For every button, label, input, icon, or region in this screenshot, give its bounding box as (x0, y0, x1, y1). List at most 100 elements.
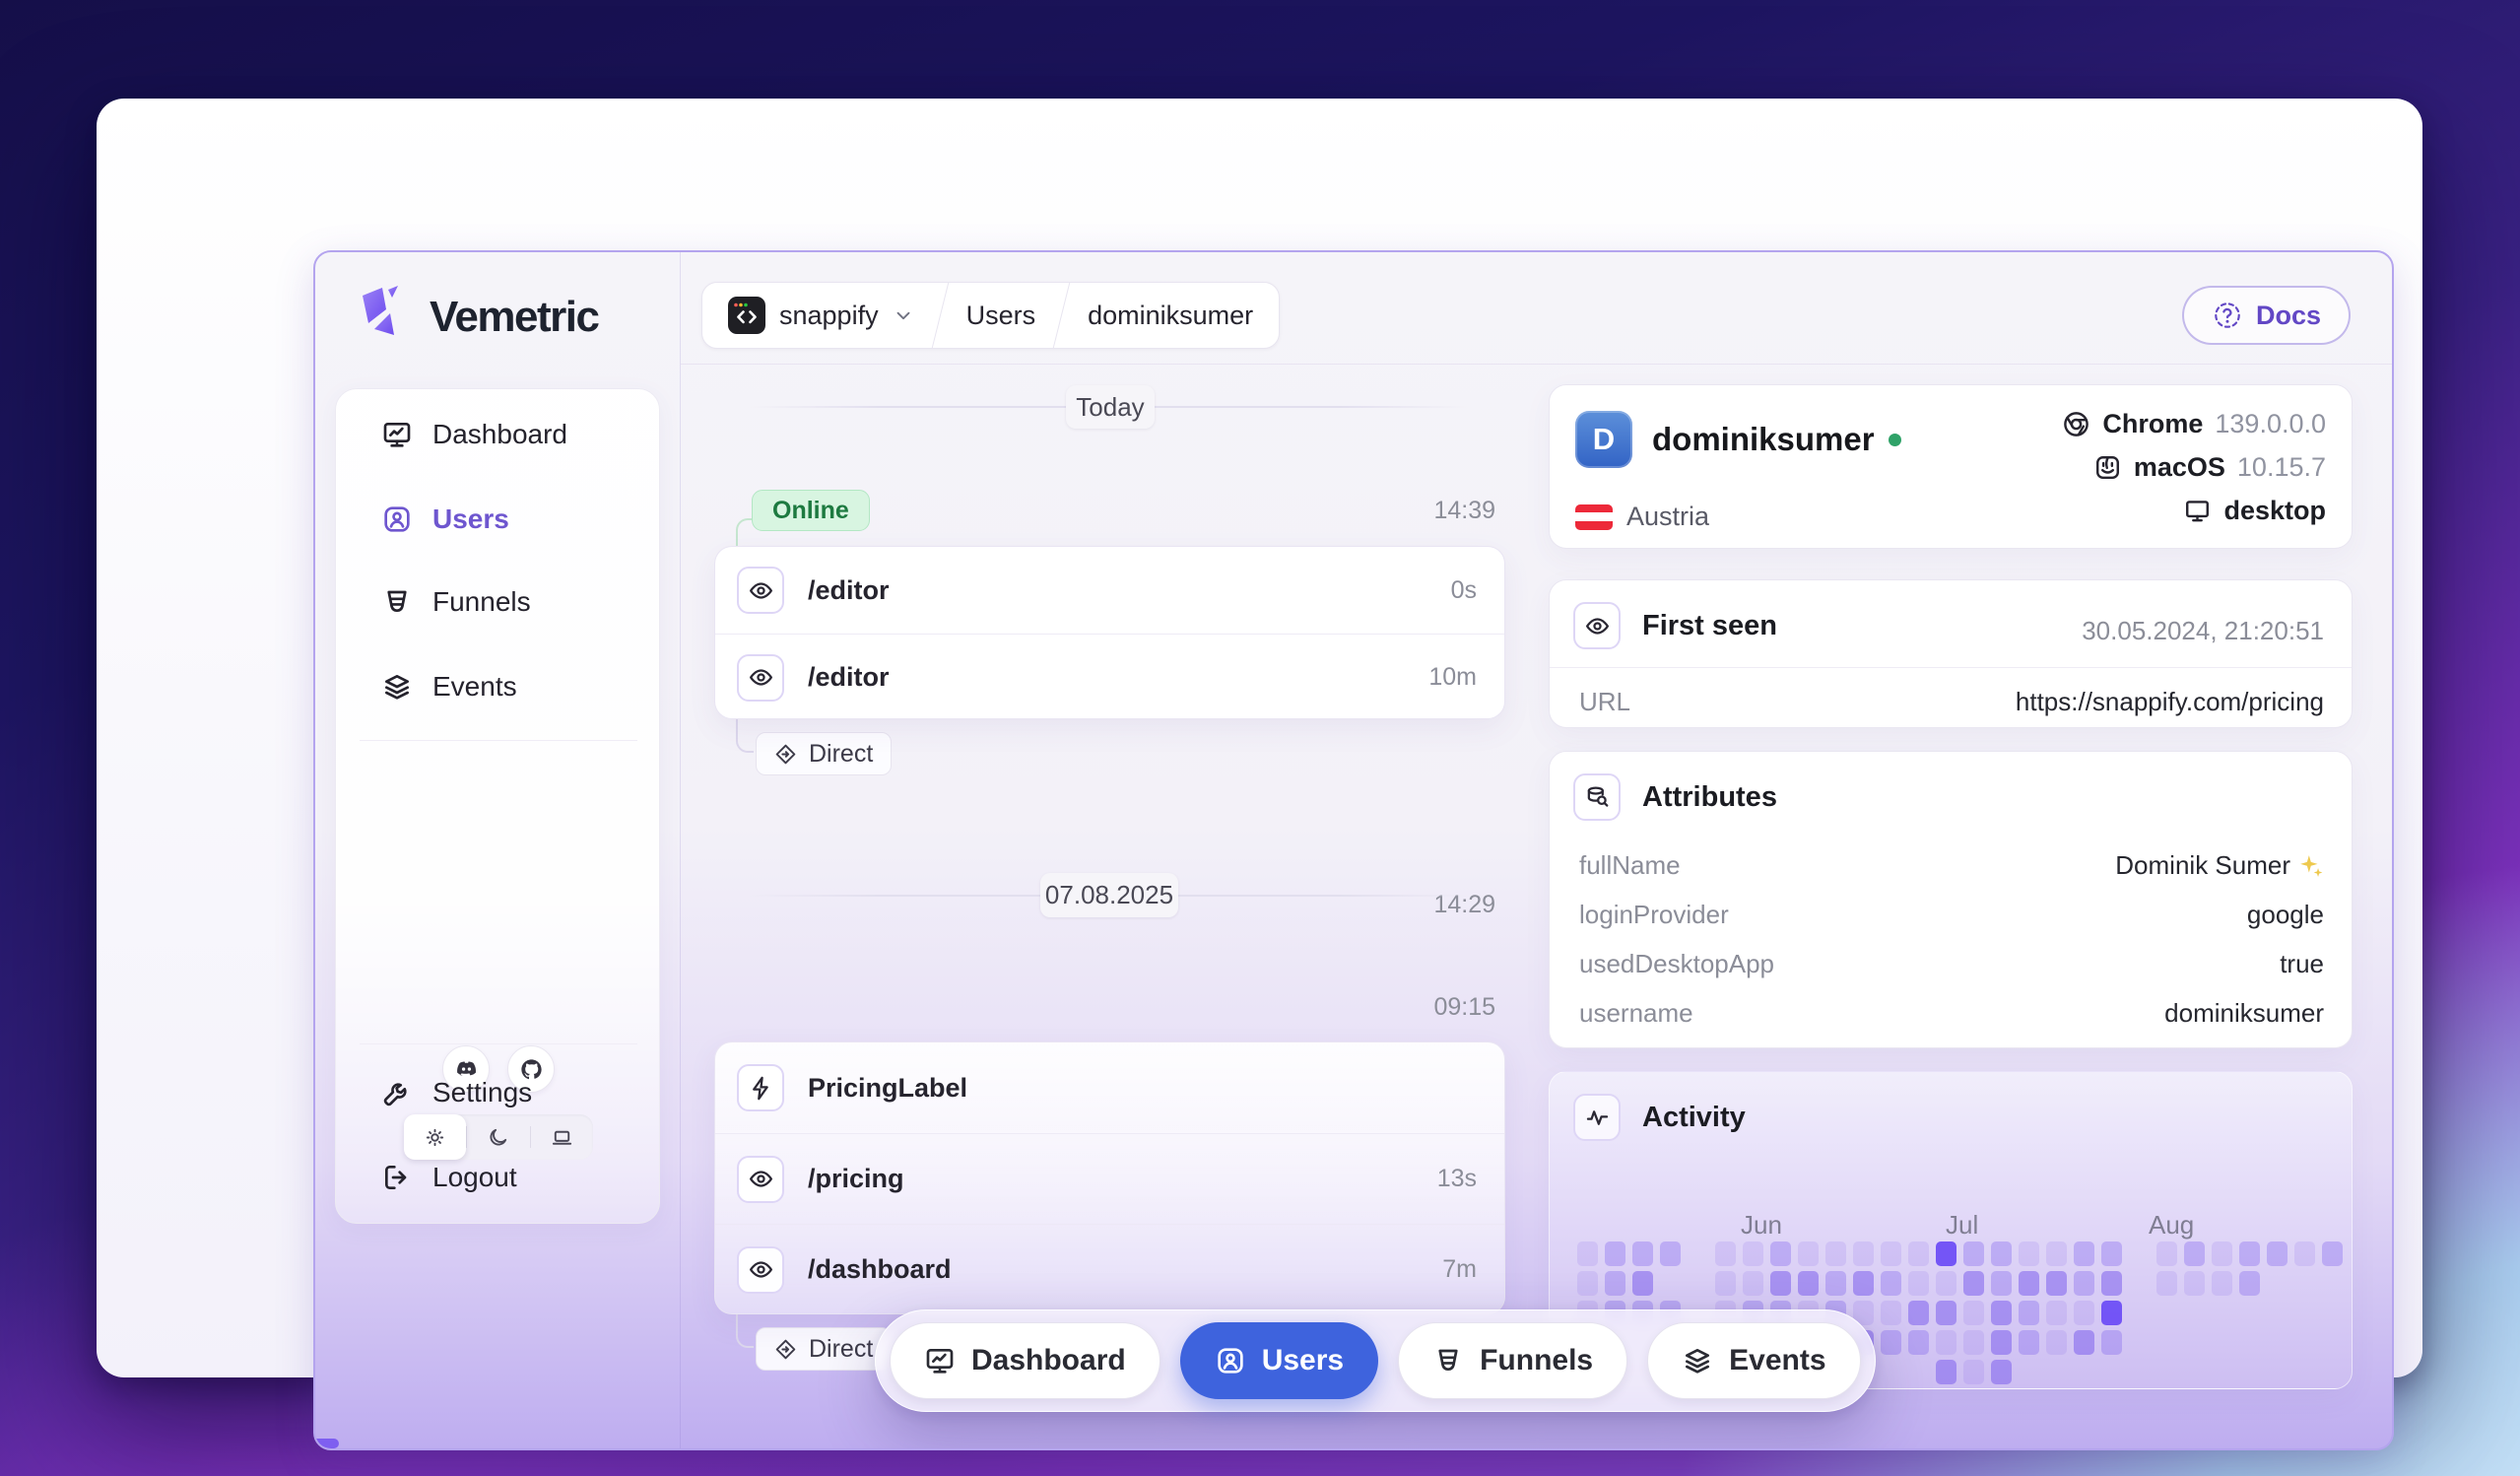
sidebar-item-events[interactable]: Events (352, 655, 645, 718)
heatmap-cell (2212, 1271, 2232, 1296)
sidebar-divider (680, 252, 681, 1448)
device-row: desktop (2183, 496, 2326, 526)
macos-icon (2095, 456, 2119, 479)
scroll-indicator[interactable] (315, 1439, 339, 1448)
heatmap-cell (1632, 1241, 1653, 1266)
pageview-icon-box (737, 1155, 784, 1203)
heatmap-cell (1991, 1360, 2012, 1384)
docs-button[interactable]: Docs (2181, 286, 2351, 345)
sidebar-item-funnels[interactable]: Funnels (352, 570, 645, 634)
heatmap-cell (1770, 1271, 1791, 1296)
eye-icon (749, 1261, 772, 1278)
heatmap-cell (2294, 1241, 2315, 1266)
breadcrumb-project-label: snappify (779, 300, 879, 330)
sidebar-separator (360, 740, 637, 741)
bottom-nav-funnels[interactable]: Funnels (1398, 1322, 1628, 1399)
heatmap-cell (1936, 1330, 1956, 1355)
url-key: URL (1579, 687, 1631, 716)
funnel-icon (387, 590, 407, 612)
heatmap-cell (1963, 1330, 1984, 1355)
dashboard-icon (383, 423, 411, 447)
event-row[interactable]: /editor 10m (715, 634, 1504, 718)
event-row[interactable]: PricingLabel (715, 1042, 1504, 1133)
event-label: PricingLabel (808, 1072, 968, 1103)
attribute-value-text: Dominik Sumer (2115, 850, 2290, 880)
heatmap-cell (1825, 1241, 1846, 1266)
eye-icon (749, 669, 772, 686)
avatar-letter: D (1592, 422, 1616, 456)
event-row[interactable]: /dashboard 7m (715, 1224, 1504, 1313)
device-type: desktop (2223, 496, 2326, 525)
attribute-key: username (1579, 998, 1693, 1028)
bottom-nav-users[interactable]: Users (1179, 1322, 1379, 1399)
attribute-key: loginProvider (1579, 900, 1729, 929)
heatmap-cell (2156, 1241, 2177, 1266)
avatar: D (1575, 411, 1632, 468)
funnel-icon (1438, 1349, 1458, 1371)
breadcrumb-section[interactable]: Users (941, 283, 1062, 348)
timeline-day-divider: 07.08.2025 (1040, 873, 1178, 917)
sidebar-item-settings[interactable]: Settings (352, 1061, 645, 1124)
heatmap-cell (1825, 1271, 1846, 1296)
heatmap-cell (2019, 1271, 2039, 1296)
day-divider-label: Today (1076, 391, 1145, 422)
sparkles-icon (2300, 854, 2323, 877)
sidebar-item-label: Funnels (432, 586, 531, 617)
heatmap-cell (2239, 1241, 2260, 1266)
heatmap-cell (1715, 1241, 1736, 1266)
day-divider-label: 07.08.2025 (1044, 880, 1174, 909)
heatmap-cell (2046, 1301, 2067, 1325)
attributes-header: Attributes (1573, 773, 1777, 821)
session-connector (736, 719, 754, 753)
app-title: Vemetric (430, 292, 600, 341)
heatmap-cell (1936, 1360, 1956, 1384)
heatmap-cell (1908, 1330, 1929, 1355)
attribute-value: true (2280, 949, 2324, 978)
sidebar-item-logout[interactable]: Logout (352, 1146, 645, 1209)
heatmap-cell (2074, 1271, 2094, 1296)
docs-button-label: Docs (2255, 300, 2321, 330)
event-row[interactable]: /editor 0s (715, 547, 1504, 634)
os-version: 10.15.7 (2236, 452, 2326, 482)
app-logo[interactable]: Vemetric (357, 284, 600, 350)
month-label: Jul (1946, 1210, 1979, 1240)
heatmap-cell (1963, 1360, 1984, 1384)
heatmap-cell (1743, 1271, 1763, 1296)
bottom-nav-dashboard[interactable]: Dashboard (890, 1322, 1161, 1399)
event-row[interactable]: /pricing 13s (715, 1133, 1504, 1224)
sidebar-item-label: Users (432, 503, 509, 534)
dashboard-icon (926, 1349, 954, 1374)
heatmap-cell (2019, 1241, 2039, 1266)
heatmap-cell (2019, 1330, 2039, 1355)
heatmap-cell (1715, 1271, 1736, 1296)
sidebar-item-dashboard[interactable]: Dashboard (352, 403, 645, 466)
attribute-key: fullName (1579, 850, 1681, 880)
heatmap-cell (1660, 1241, 1681, 1266)
heatmap-cell (1577, 1241, 1598, 1266)
sidebar-item-users[interactable]: Users (352, 488, 645, 551)
user-summary-card: D dominiksumer Chrome 139.0.0.0 macOS 10… (1549, 384, 2353, 549)
breadcrumb-project[interactable]: snappify (702, 283, 940, 348)
bottom-nav-events[interactable]: Events (1647, 1322, 1861, 1399)
url-value: https://snappify.com/pricing (2015, 687, 2324, 716)
first-seen-timestamp: 30.05.2024, 21:20:51 (2082, 616, 2324, 645)
pageview-icon-box (737, 567, 784, 614)
screenshot-frame: Vemetric Dashboard Users Funnels Events (97, 99, 2422, 1450)
heatmap-cell (2101, 1241, 2122, 1266)
session-start-time: 09:15 (1433, 993, 1495, 1021)
heatmap-cell (2046, 1271, 2067, 1296)
attributes-icon-box (1573, 773, 1621, 821)
heatmap-cell (1908, 1271, 1929, 1296)
layers-icon (1686, 1349, 1710, 1374)
event-duration: 7m (1442, 1255, 1477, 1283)
attribute-value: dominiksumer (2164, 998, 2324, 1028)
bottom-nav-label: Events (1729, 1344, 1826, 1376)
desktop-icon (2186, 501, 2210, 522)
month-label: Jun (1741, 1210, 1782, 1240)
heatmap-cell (1881, 1271, 1901, 1296)
eye-icon (749, 581, 772, 599)
heatmap-cell (1908, 1301, 1929, 1325)
breadcrumb-entity[interactable]: dominiksumer (1062, 283, 1279, 348)
attribute-value: Dominik Sumer (2115, 850, 2324, 881)
breadcrumb: snappify Users dominiksumer (701, 282, 1281, 349)
